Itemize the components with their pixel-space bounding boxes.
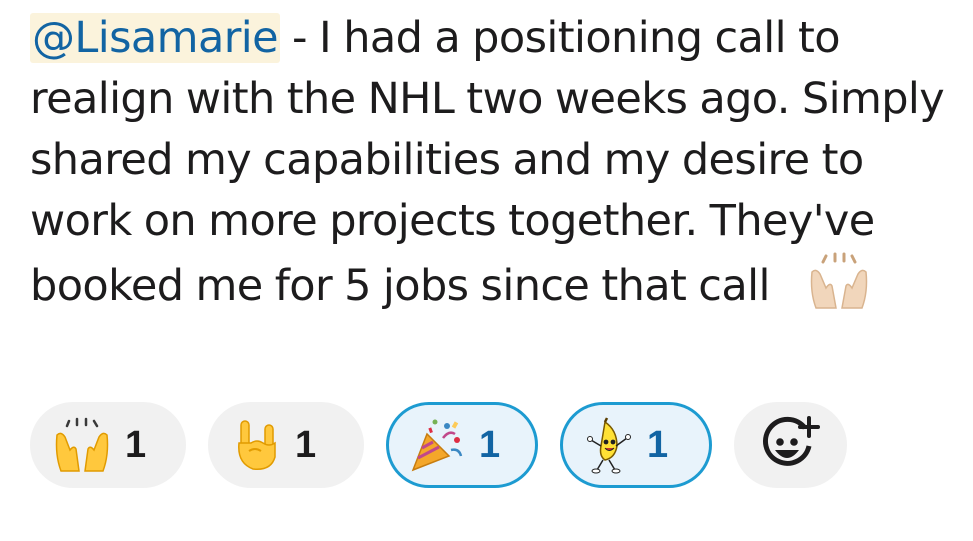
dancing-banana-icon <box>583 416 633 474</box>
add-reaction-icon <box>761 416 821 474</box>
party-popper-icon <box>409 416 465 474</box>
reaction-count: 1 <box>295 423 317 466</box>
add-reaction-button[interactable] <box>734 402 847 488</box>
reaction-party-popper[interactable]: 1 <box>386 402 538 488</box>
reaction-count: 1 <box>125 423 147 466</box>
raised-hands-inline-icon <box>806 252 872 310</box>
reaction-raised-hands[interactable]: 1 <box>30 402 186 488</box>
reaction-count: 1 <box>647 423 669 466</box>
reaction-count: 1 <box>479 423 501 466</box>
message-body: @Lisamarie - I had a positioning call to… <box>30 8 965 317</box>
reaction-dancing-banana[interactable]: 1 <box>560 402 712 488</box>
sign-of-horns-icon <box>231 417 281 473</box>
reaction-sign-of-horns[interactable]: 1 <box>208 402 364 488</box>
raised-hands-icon <box>53 417 111 473</box>
user-mention[interactable]: @Lisamarie <box>30 13 280 63</box>
reactions-bar: 1 1 1 1 <box>30 402 847 488</box>
